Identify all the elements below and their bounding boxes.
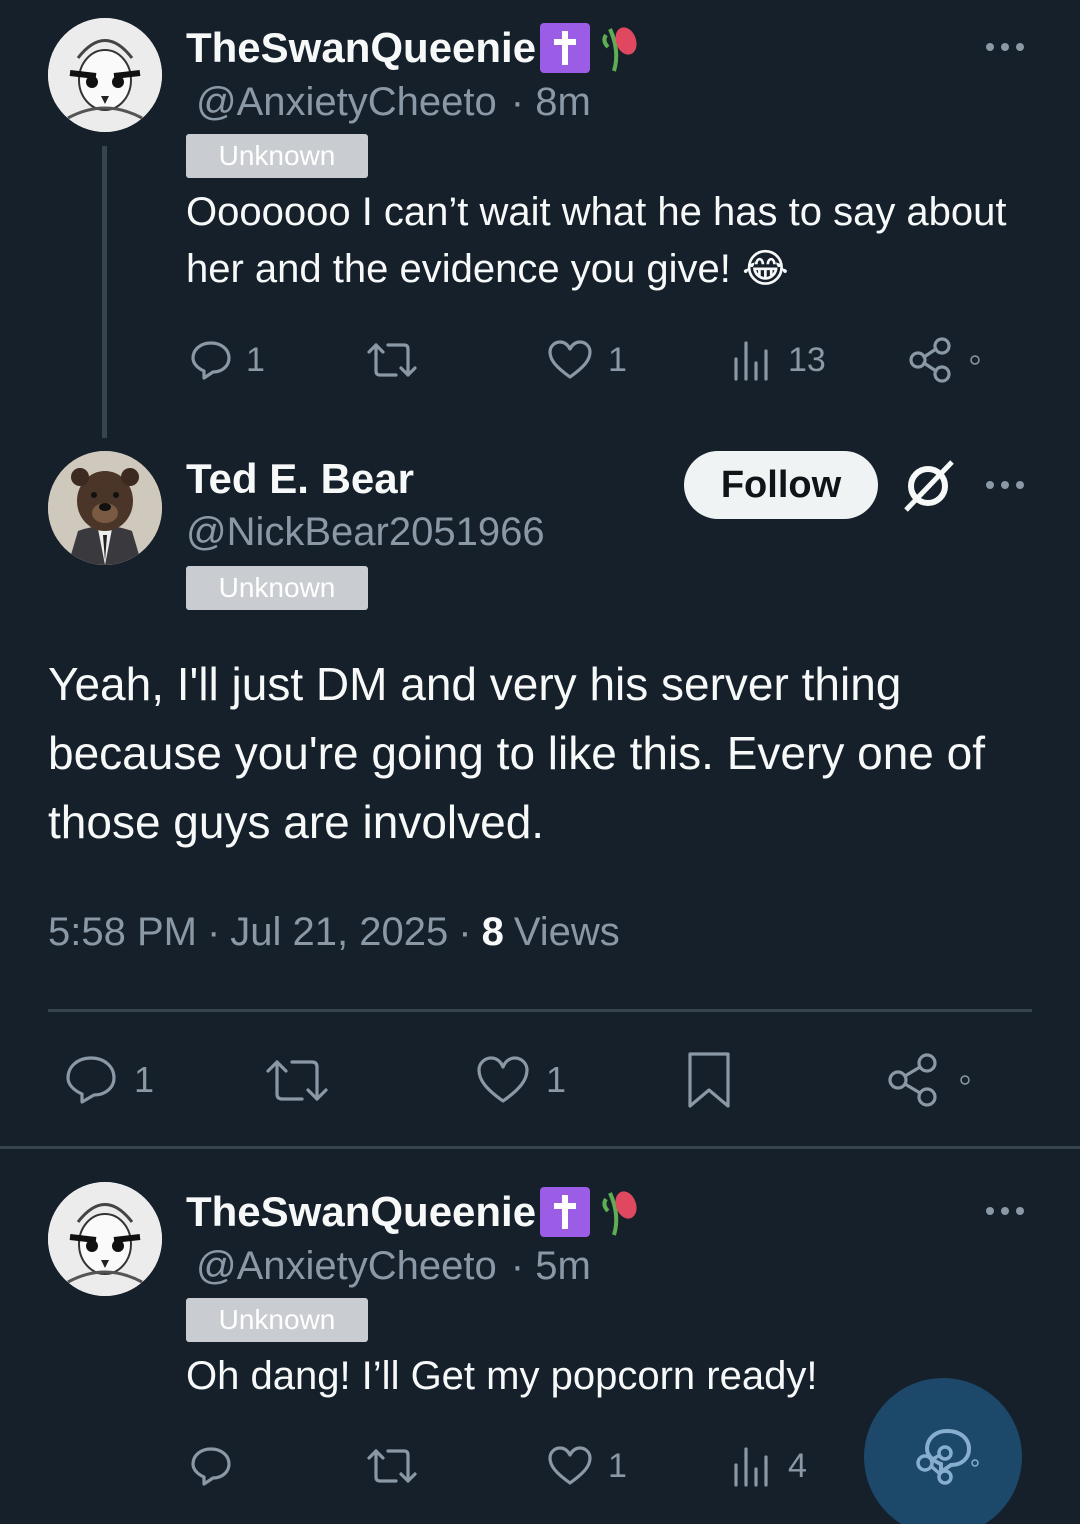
follow-button[interactable]: Follow [684, 451, 878, 519]
reply-count: 1 [134, 1059, 155, 1100]
views-chart-icon [734, 1447, 768, 1487]
meta-separator: · [206, 909, 221, 954]
avatar-sketch-icon [48, 18, 162, 132]
views-label: Views [513, 909, 620, 954]
status-badge: Unknown [186, 134, 368, 178]
views-chart-icon [734, 341, 768, 381]
reply-button[interactable]: 1 [188, 336, 265, 384]
repost-icon [367, 343, 417, 377]
reply-button[interactable]: 1 [62, 1052, 154, 1108]
display-name: TheSwanQueenie [186, 1188, 537, 1235]
post-text: Ooooooo I can’t wait what he has to say … [186, 190, 1007, 291]
repost-button[interactable] [366, 336, 418, 384]
divider [48, 1009, 1032, 1012]
author-name[interactable]: TheSwanQueenie [186, 20, 640, 76]
author-name[interactable]: Ted E. Bear [186, 452, 414, 506]
wilted-rose-icon [600, 21, 640, 75]
author-handle[interactable]: @AnxietyCheeto [196, 1244, 497, 1294]
meta-separator: · [458, 909, 472, 954]
heart-icon [548, 1446, 592, 1485]
status-badge: Unknown [186, 1298, 368, 1342]
post-time[interactable]: · 8m [511, 80, 591, 130]
views-button[interactable]: 13 [728, 336, 826, 384]
reply-icon [191, 341, 231, 380]
author-name[interactable]: TheSwanQueenie [186, 1184, 640, 1240]
repost-icon [266, 1060, 328, 1101]
share-button[interactable] [906, 336, 982, 384]
handle-time: @AnxietyCheeto · 5m [196, 1244, 591, 1294]
floating-compose-button[interactable] [864, 1378, 1022, 1524]
small-dot-icon [970, 355, 980, 365]
reply-icon [191, 1447, 231, 1486]
reply-button[interactable] [188, 1442, 234, 1490]
avatar[interactable] [48, 451, 162, 565]
display-name: TheSwanQueenie [186, 24, 537, 71]
wilted-rose-icon [600, 1185, 640, 1239]
heart-icon [477, 1056, 529, 1103]
like-button[interactable]: 1 [546, 336, 627, 384]
more-options-icon[interactable] [986, 43, 1024, 51]
bear-avatar-icon [48, 451, 162, 565]
views-button[interactable]: 4 [728, 1442, 807, 1490]
view-count: 4 [788, 1446, 807, 1485]
reply-count: 1 [246, 340, 265, 379]
like-count: 1 [608, 340, 627, 379]
repost-button[interactable] [264, 1052, 330, 1108]
tweet-time: 5:58 PM [48, 909, 197, 954]
like-button[interactable]: 1 [546, 1442, 627, 1490]
avatar[interactable] [48, 1182, 162, 1296]
like-button[interactable]: 1 [474, 1052, 566, 1108]
views-count: 8 [481, 909, 504, 954]
bookmark-button[interactable] [682, 1050, 736, 1110]
share-icon [888, 1053, 937, 1107]
more-options-icon[interactable] [986, 481, 1024, 489]
view-count: 13 [788, 340, 826, 379]
tweet-text: Yeah, I'll just DM and very his server t… [48, 658, 986, 848]
share-button[interactable] [884, 1052, 972, 1108]
grok-icon[interactable] [900, 458, 956, 519]
repost-icon [367, 1449, 417, 1483]
repost-button[interactable] [366, 1442, 418, 1490]
small-dot-icon [960, 1075, 970, 1085]
reply-plus-icon [916, 1428, 979, 1485]
avatar-sketch-icon [48, 1182, 162, 1296]
author-handle[interactable]: @NickBear2051966 [186, 510, 545, 560]
share-icon [909, 337, 951, 383]
author-handle[interactable]: @AnxietyCheeto [196, 80, 497, 130]
avatar[interactable] [48, 18, 162, 132]
tweet-meta: 5:58 PM · Jul 21, 2025 · 8 Views [48, 906, 620, 958]
status-badge: Unknown [186, 566, 368, 610]
reply-icon [66, 1056, 116, 1104]
like-count: 1 [608, 1446, 627, 1485]
divider [0, 1146, 1080, 1149]
heart-icon [548, 340, 592, 379]
conversation-page: TheSwanQueenie @AnxietyCheeto · 8m Unkno… [0, 0, 1080, 1524]
post-time[interactable]: · 5m [511, 1244, 591, 1294]
handle-time: @AnxietyCheeto · 8m [196, 80, 591, 130]
cross-icon [540, 1187, 591, 1237]
bookmark-icon [688, 1052, 730, 1108]
like-count: 1 [546, 1059, 567, 1100]
tweet-date: Jul 21, 2025 [230, 909, 449, 954]
thread-connector-line [102, 146, 107, 438]
more-options-icon[interactable] [986, 1207, 1024, 1215]
cross-icon [540, 23, 591, 73]
